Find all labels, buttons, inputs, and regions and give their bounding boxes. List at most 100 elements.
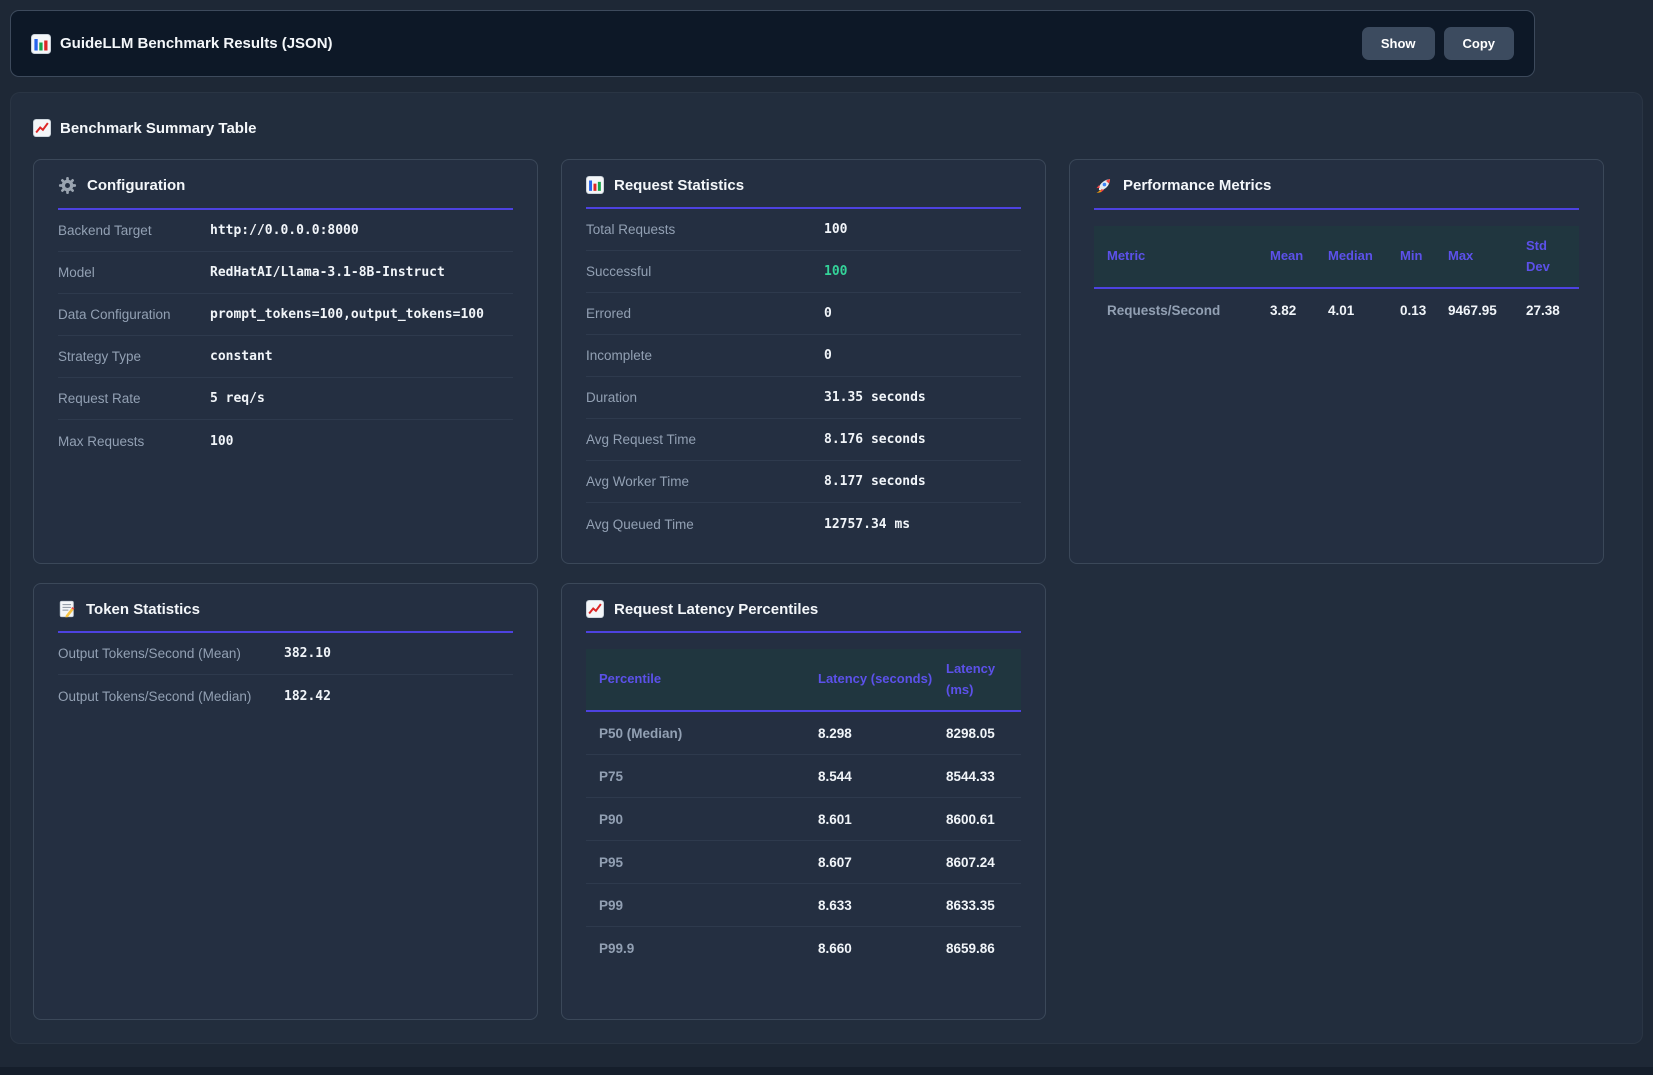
chart-increasing-icon bbox=[33, 119, 51, 137]
col-max: Max bbox=[1448, 240, 1526, 272]
latency-table-row: P75 8.544 8544.33 bbox=[586, 755, 1021, 798]
percentile-name: P95 bbox=[586, 849, 818, 876]
latency-seconds: 8.298 bbox=[818, 720, 946, 747]
percentile-name: P99.9 bbox=[586, 935, 818, 962]
latency-ms: 8600.61 bbox=[946, 806, 1021, 833]
request-statistics-card: Request Statistics Total Requests 100 Su… bbox=[561, 159, 1046, 564]
latency-ms: 8298.05 bbox=[946, 720, 1021, 747]
stat-value: 0 bbox=[824, 306, 832, 321]
metric-max: 9467.95 bbox=[1448, 297, 1526, 324]
latency-table-row: P95 8.607 8607.24 bbox=[586, 841, 1021, 884]
config-label: Data Configuration bbox=[58, 307, 210, 322]
config-value: prompt_tokens=100,output_tokens=100 bbox=[210, 307, 484, 322]
stat-row: Avg Worker Time 8.177 seconds bbox=[586, 461, 1021, 503]
stat-row: Avg Queued Time 12757.34 ms bbox=[586, 503, 1021, 545]
stat-row: Total Requests 100 bbox=[586, 209, 1021, 251]
percentile-name: P99 bbox=[586, 892, 818, 919]
config-label: Backend Target bbox=[58, 223, 210, 238]
config-label: Model bbox=[58, 265, 210, 280]
metric-median: 4.01 bbox=[1328, 297, 1400, 324]
config-row: Model RedHatAI/Llama-3.1-8B-Instruct bbox=[58, 252, 513, 294]
app-title: GuideLLM Benchmark Results (JSON) bbox=[60, 35, 333, 52]
stat-row: Duration 31.35 seconds bbox=[586, 377, 1021, 419]
request-statistics-card-title: Request Statistics bbox=[586, 176, 1021, 209]
col-mean: Mean bbox=[1270, 240, 1328, 272]
config-label: Max Requests bbox=[58, 434, 210, 449]
stat-label: Errored bbox=[586, 306, 824, 321]
metric-min: 0.13 bbox=[1400, 297, 1448, 324]
latency-ms: 8544.33 bbox=[946, 763, 1021, 790]
stat-value: 100 bbox=[824, 222, 847, 237]
stat-value: 0 bbox=[824, 348, 832, 363]
stat-value-success: 100 bbox=[824, 264, 847, 279]
stat-value: 12757.34 ms bbox=[824, 517, 910, 532]
percentile-name: P90 bbox=[586, 806, 818, 833]
configuration-card: Configuration Backend Target http://0.0.… bbox=[33, 159, 538, 564]
gear-icon bbox=[58, 176, 77, 195]
bar-chart-icon bbox=[586, 176, 604, 194]
performance-metrics-card-title: Performance Metrics bbox=[1094, 176, 1579, 210]
col-median: Median bbox=[1328, 240, 1400, 272]
token-label: Output Tokens/Second (Mean) bbox=[58, 646, 284, 661]
stat-row: Successful 100 bbox=[586, 251, 1021, 293]
performance-table-header: Metric Mean Median Min Max Std Dev bbox=[1094, 226, 1579, 289]
stat-row: Avg Request Time 8.176 seconds bbox=[586, 419, 1021, 461]
stat-row: Incomplete 0 bbox=[586, 335, 1021, 377]
stat-label: Incomplete bbox=[586, 348, 824, 363]
metric-std-dev: 27.38 bbox=[1526, 297, 1579, 324]
header-bar: GuideLLM Benchmark Results (JSON) Show C… bbox=[10, 10, 1535, 77]
stat-value: 8.176 seconds bbox=[824, 432, 926, 447]
show-button[interactable]: Show bbox=[1362, 27, 1435, 60]
performance-table-row: Requests/Second 3.82 4.01 0.13 9467.95 2… bbox=[1094, 289, 1579, 332]
col-percentile: Percentile bbox=[586, 663, 818, 695]
latency-seconds: 8.633 bbox=[818, 892, 946, 919]
config-row: Data Configuration prompt_tokens=100,out… bbox=[58, 294, 513, 336]
latency-table-row: P99 8.633 8633.35 bbox=[586, 884, 1021, 927]
config-row: Backend Target http://0.0.0.0:8000 bbox=[58, 210, 513, 252]
stat-row: Errored 0 bbox=[586, 293, 1021, 335]
metric-name: Requests/Second bbox=[1094, 297, 1270, 324]
config-value: 5 req/s bbox=[210, 391, 265, 406]
col-min: Min bbox=[1400, 240, 1448, 272]
token-value: 382.10 bbox=[284, 646, 331, 661]
token-statistics-card: Token Statistics Output Tokens/Second (M… bbox=[33, 583, 538, 1020]
col-metric: Metric bbox=[1094, 240, 1270, 272]
latency-ms: 8659.86 bbox=[946, 935, 1021, 962]
col-latency-seconds: Latency (seconds) bbox=[818, 663, 946, 695]
latency-percentiles-card: Request Latency Percentiles Percentile L… bbox=[561, 583, 1046, 1020]
section-title-row: Benchmark Summary Table bbox=[33, 119, 1620, 137]
copy-button[interactable]: Copy bbox=[1444, 27, 1515, 60]
bottom-edge-strip bbox=[0, 1067, 1653, 1075]
config-value: RedHatAI/Llama-3.1-8B-Instruct bbox=[210, 265, 445, 280]
percentile-name: P50 (Median) bbox=[586, 720, 818, 747]
config-value: constant bbox=[210, 349, 273, 364]
stat-label: Avg Request Time bbox=[586, 432, 824, 447]
latency-percentiles-card-title: Request Latency Percentiles bbox=[586, 600, 1021, 633]
token-row: Output Tokens/Second (Median) 182.42 bbox=[58, 675, 513, 717]
rocket-icon bbox=[1094, 176, 1113, 195]
config-row: Max Requests 100 bbox=[58, 420, 513, 462]
latency-table-row: P50 (Median) 8.298 8298.05 bbox=[586, 712, 1021, 755]
config-label: Request Rate bbox=[58, 391, 210, 406]
section-title: Benchmark Summary Table bbox=[60, 120, 256, 137]
memo-icon bbox=[58, 600, 76, 618]
latency-table-row: P99.9 8.660 8659.86 bbox=[586, 927, 1021, 970]
empty-grid-cell bbox=[1069, 583, 1604, 1020]
latency-ms: 8633.35 bbox=[946, 892, 1021, 919]
stat-label: Avg Queued Time bbox=[586, 517, 824, 532]
app-title-row: GuideLLM Benchmark Results (JSON) bbox=[31, 34, 333, 54]
col-std-dev: Std Dev bbox=[1526, 230, 1579, 282]
token-value: 182.42 bbox=[284, 689, 331, 704]
latency-seconds: 8.544 bbox=[818, 763, 946, 790]
stat-label: Total Requests bbox=[586, 222, 824, 237]
token-row: Output Tokens/Second (Mean) 382.10 bbox=[58, 633, 513, 675]
stat-label: Duration bbox=[586, 390, 824, 405]
metric-mean: 3.82 bbox=[1270, 297, 1328, 324]
benchmark-summary-section: Benchmark Summary Table bbox=[10, 92, 1643, 1044]
chart-increasing-icon bbox=[586, 600, 604, 618]
stat-label: Successful bbox=[586, 264, 824, 279]
latency-seconds: 8.601 bbox=[818, 806, 946, 833]
latency-table-row: P90 8.601 8600.61 bbox=[586, 798, 1021, 841]
latency-seconds: 8.660 bbox=[818, 935, 946, 962]
config-row: Request Rate 5 req/s bbox=[58, 378, 513, 420]
